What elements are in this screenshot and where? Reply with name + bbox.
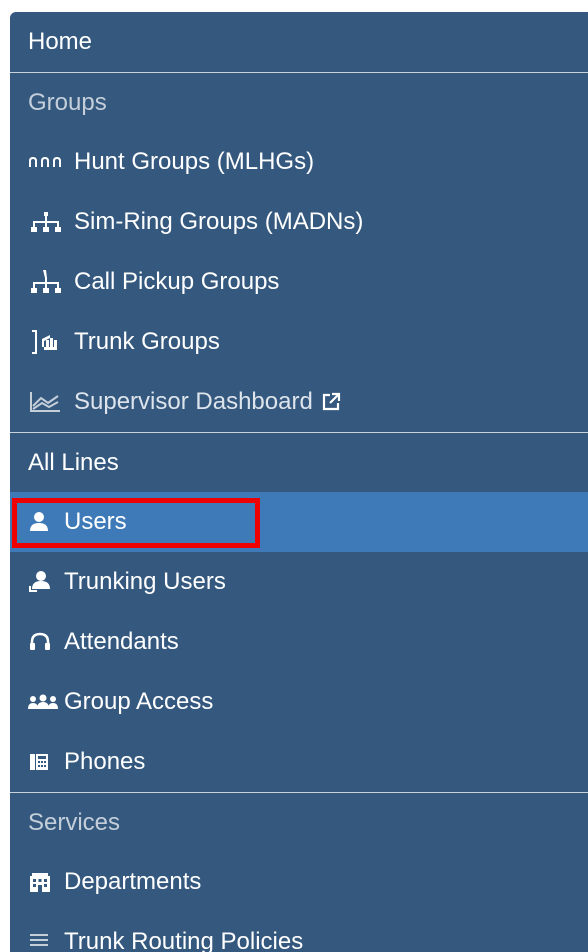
user-icon: [28, 508, 64, 536]
sidebar-item-label: Supervisor Dashboard: [74, 388, 313, 415]
sidebar-item-label: Users: [64, 508, 127, 535]
sidebar-item-departments[interactable]: Departments: [10, 852, 588, 912]
sidebar-item-supervisor-dashboard[interactable]: Supervisor Dashboard: [10, 372, 588, 432]
users-group-icon: [28, 688, 64, 716]
sidebar-item-label: Trunk Groups: [74, 328, 220, 355]
dashboard-chart-icon: [28, 388, 74, 416]
sidebar-item-label: Trunk Routing Policies: [64, 928, 304, 952]
sidebar-item-label: Trunking Users: [64, 568, 226, 595]
call-pickup-icon: [28, 268, 74, 296]
phone-icon: [28, 748, 64, 776]
list-icon: [28, 928, 64, 952]
section-header-services-label: Services: [28, 808, 121, 836]
hunt-groups-icon: [28, 148, 74, 176]
sidebar-nav: Home Groups Hunt Groups (MLHGs) Sim-Ring…: [10, 12, 588, 952]
nav-home-label: Home: [28, 28, 93, 55]
trunking-user-icon: [28, 568, 64, 596]
sidebar-item-sim-ring-groups[interactable]: Sim-Ring Groups (MADNs): [10, 192, 588, 252]
sidebar-item-attendants[interactable]: Attendants: [10, 612, 588, 672]
external-link-icon: [321, 392, 341, 412]
section-header-services: Services: [10, 792, 588, 852]
sidebar-item-hunt-groups[interactable]: Hunt Groups (MLHGs): [10, 132, 588, 192]
building-icon: [28, 868, 64, 896]
sidebar-item-label: Phones: [64, 748, 146, 775]
sidebar-item-label: Attendants: [64, 628, 179, 655]
sidebar-item-label: Call Pickup Groups: [74, 268, 280, 295]
sidebar-item-group-access[interactable]: Group Access: [10, 672, 588, 732]
sidebar-item-label: Group Access: [64, 688, 214, 715]
sidebar-item-trunk-routing-policies[interactable]: Trunk Routing Policies: [10, 912, 588, 952]
section-header-all-lines: All Lines: [10, 432, 588, 492]
sidebar-item-label: Sim-Ring Groups (MADNs): [74, 208, 364, 235]
section-header-groups-label: Groups: [28, 88, 107, 116]
sidebar-item-call-pickup-groups[interactable]: Call Pickup Groups: [10, 252, 588, 312]
screen: Home Groups Hunt Groups (MLHGs) Sim-Ring…: [0, 0, 588, 952]
nav-home[interactable]: Home: [10, 12, 588, 72]
section-header-all-lines-label: All Lines: [28, 448, 119, 476]
sidebar-item-label: Departments: [64, 868, 202, 895]
trunk-groups-icon: [28, 328, 74, 356]
sidebar-item-trunk-groups[interactable]: Trunk Groups: [10, 312, 588, 372]
sidebar-item-users[interactable]: Users: [10, 492, 588, 552]
sidebar-item-trunking-users[interactable]: Trunking Users: [10, 552, 588, 612]
sidebar-item-phones[interactable]: Phones: [10, 732, 588, 792]
section-header-groups: Groups: [10, 72, 588, 132]
headset-icon: [28, 628, 64, 656]
sidebar-item-label: Hunt Groups (MLHGs): [74, 148, 315, 175]
sim-ring-icon: [28, 208, 74, 236]
